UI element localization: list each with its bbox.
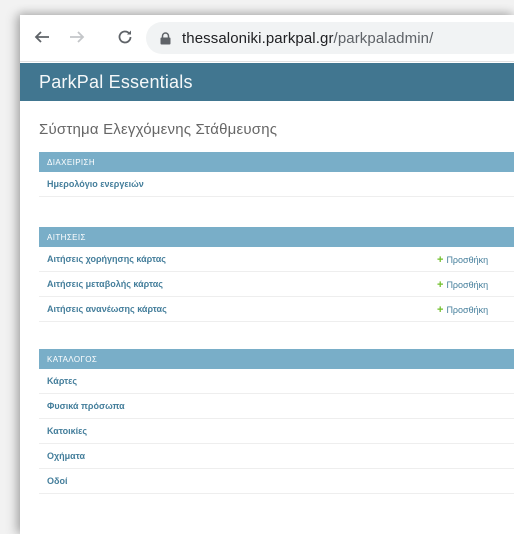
main-content: Σύστημα Ελεγχόμενης Στάθμευσης [20, 101, 514, 138]
table-row: Κάρτες [39, 369, 514, 394]
plus-icon: + [437, 253, 444, 266]
add-link[interactable]: + Προσθήκη [437, 247, 488, 272]
model-link-residences[interactable]: Κατοικίες [47, 426, 87, 436]
table-row: Κατοικίες [39, 419, 514, 444]
module-caption[interactable]: ΑΙΤΗΣΕΙΣ [39, 227, 514, 247]
model-link-renewal-requests[interactable]: Αιτήσεις ανανέωσης κάρτας [47, 304, 167, 314]
module-admin: ΔΙΑΧΕΙΡΙΣΗ Ημερολόγιο ενεργειών [39, 152, 514, 197]
url-text: thessaloniki.parkpal.gr/parkpaladmin/ [182, 30, 433, 47]
table-row: Φυσικά πρόσωπα [39, 394, 514, 419]
add-link[interactable]: + Προσθήκη [437, 272, 488, 297]
model-link-log[interactable]: Ημερολόγιο ενεργειών [47, 179, 144, 189]
browser-toolbar: thessaloniki.parkpal.gr/parkpaladmin/ [20, 15, 514, 62]
add-label: Προσθήκη [446, 254, 489, 265]
module-caption[interactable]: ΚΑΤΑΛΟΓΟΣ [39, 349, 514, 369]
url-host: thessaloniki.parkpal.gr [182, 29, 334, 47]
table-row: Οδοί [39, 469, 514, 494]
table-row: Αιτήσεις ανανέωσης κάρτας + Προσθήκη [39, 297, 514, 322]
site-title[interactable]: ParkPal Essentials [39, 72, 193, 93]
plus-icon: + [437, 303, 444, 316]
model-link-streets[interactable]: Οδοί [47, 476, 67, 486]
model-link-vehicles[interactable]: Οχήματα [47, 451, 85, 461]
table-row: Αιτήσεις μεταβολής κάρτας + Προσθήκη [39, 272, 514, 297]
url-path: /parkpaladmin/ [333, 29, 434, 47]
back-arrow-icon[interactable] [30, 25, 54, 49]
lock-icon [160, 31, 174, 45]
add-label: Προσθήκη [446, 279, 489, 290]
add-link[interactable]: + Προσθήκη [437, 297, 488, 322]
reload-icon[interactable] [113, 25, 137, 49]
model-link-change-requests[interactable]: Αιτήσεις μεταβολής κάρτας [47, 279, 163, 289]
model-link-persons[interactable]: Φυσικά πρόσωπα [47, 401, 125, 411]
table-row: Αιτήσεις χορήγησης κάρτας + Προσθήκη [39, 247, 514, 272]
model-link-grant-requests[interactable]: Αιτήσεις χορήγησης κάρτας [47, 254, 166, 264]
table-row: Οχήματα [39, 444, 514, 469]
model-link-cards[interactable]: Κάρτες [47, 376, 77, 386]
page-title: Σύστημα Ελεγχόμενης Στάθμευσης [39, 121, 278, 138]
add-label: Προσθήκη [446, 304, 489, 315]
table-row: Ημερολόγιο ενεργειών [39, 172, 514, 197]
module-caption[interactable]: ΔΙΑΧΕΙΡΙΣΗ [39, 152, 514, 172]
module-requests: ΑΙΤΗΣΕΙΣ Αιτήσεις χορήγησης κάρτας + Προσ… [39, 227, 514, 322]
address-bar[interactable]: thessaloniki.parkpal.gr/parkpaladmin/ [146, 22, 514, 54]
module-catalog: ΚΑΤΑΛΟΓΟΣ Κάρτες Φυσικά πρόσωπα Κατοικίε… [39, 349, 514, 494]
site-header: ParkPal Essentials [20, 63, 514, 101]
browser-window: thessaloniki.parkpal.gr/parkpaladmin/ Pa… [20, 15, 514, 534]
plus-icon: + [437, 278, 444, 291]
forward-arrow-icon[interactable] [65, 25, 89, 49]
